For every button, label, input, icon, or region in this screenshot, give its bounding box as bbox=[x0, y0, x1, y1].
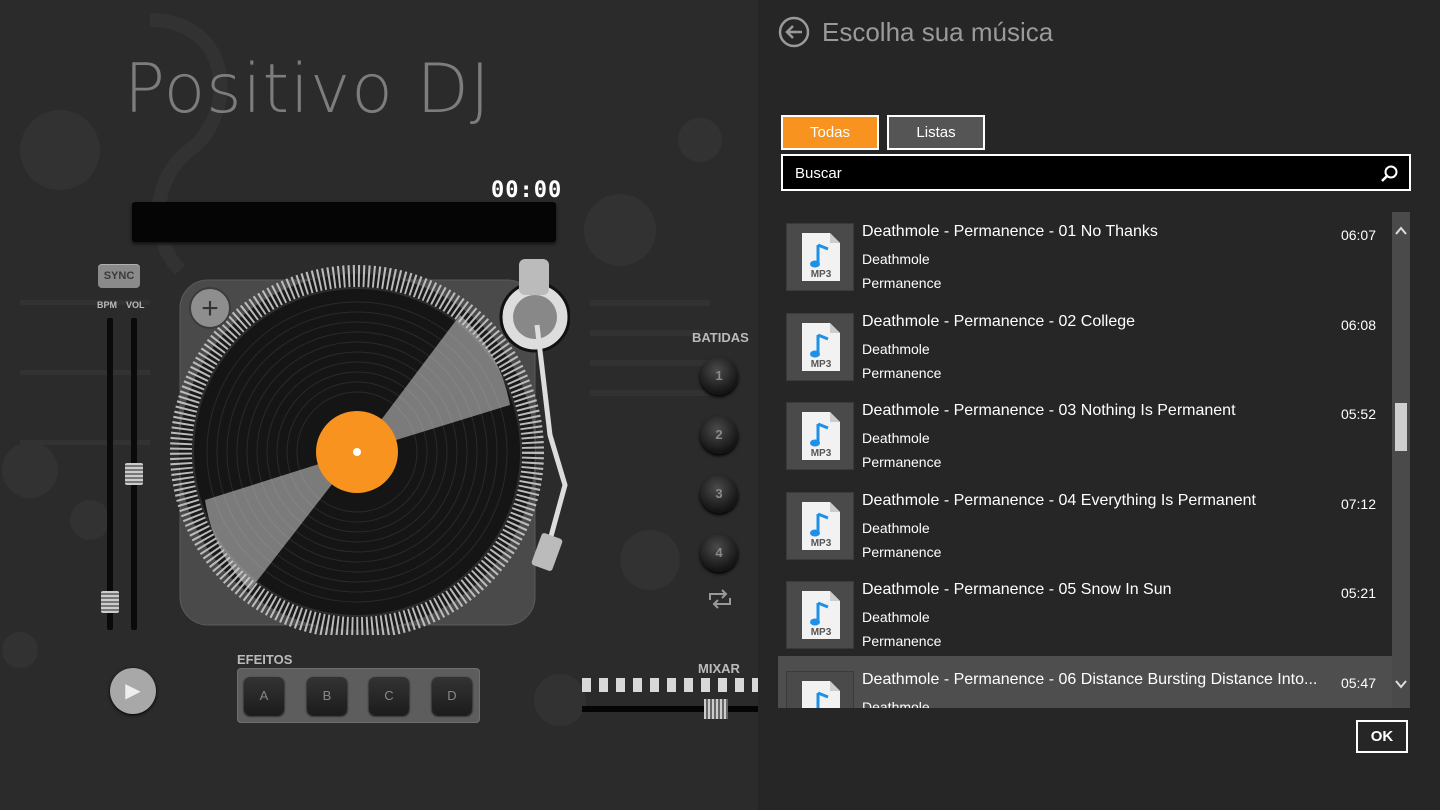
list-item[interactable]: MP3 Deathmole - Permanence - 06 Distance … bbox=[778, 656, 1392, 708]
batidas-label: BATIDAS bbox=[692, 330, 749, 345]
tab-listas[interactable]: Listas bbox=[887, 115, 985, 150]
list-item[interactable]: MP3 Deathmole - Permanence - 04 Everythin… bbox=[778, 477, 1392, 567]
beat-button-3[interactable]: 3 bbox=[700, 475, 738, 513]
sync-button[interactable]: SYNC bbox=[98, 264, 140, 288]
mp3-file-icon: MP3 bbox=[786, 223, 854, 291]
play-icon: ▶ bbox=[125, 680, 141, 702]
song-album: Permanence bbox=[862, 454, 942, 471]
picker-title: Escolha sua música bbox=[822, 17, 1054, 47]
song-duration: 07:12 bbox=[1340, 495, 1376, 512]
plus-icon: + bbox=[201, 292, 219, 325]
song-duration: 05:52 bbox=[1340, 406, 1376, 423]
mix-slider-thumb[interactable] bbox=[703, 699, 728, 719]
play-button[interactable]: ▶ bbox=[110, 668, 156, 714]
svg-text:MP3: MP3 bbox=[811, 359, 832, 370]
ok-button[interactable]: OK bbox=[1356, 720, 1408, 753]
list-item[interactable]: MP3 Deathmole - Permanence - 01 No Thanks… bbox=[778, 212, 1392, 298]
list-item[interactable]: MP3 Deathmole - Permanence - 02 College De… bbox=[778, 298, 1392, 388]
song-duration: 05:21 bbox=[1340, 585, 1376, 602]
song-album: Permanence bbox=[862, 543, 942, 560]
svg-text:MP3: MP3 bbox=[811, 269, 832, 280]
back-arrow-icon[interactable] bbox=[778, 16, 810, 48]
song-title: Deathmole - Permanence - 03 Nothing Is P… bbox=[862, 402, 1236, 420]
tab-todas[interactable]: Todas bbox=[781, 115, 879, 150]
track-display bbox=[132, 202, 556, 242]
song-artist: Deathmole bbox=[862, 430, 930, 447]
mix-scale bbox=[582, 678, 758, 692]
song-title: Deathmole - Permanence - 04 Everything I… bbox=[862, 491, 1256, 509]
chevron-up-icon[interactable] bbox=[1395, 226, 1407, 236]
song-list: MP3 Deathmole - Permanence - 01 No Thanks… bbox=[778, 212, 1392, 708]
app-title: Positivo DJ bbox=[124, 50, 491, 129]
list-item[interactable]: MP3 Deathmole - Permanence - 03 Nothing I… bbox=[778, 387, 1392, 477]
mp3-file-icon: MP3 bbox=[786, 312, 854, 381]
effect-button-c[interactable]: C bbox=[369, 677, 409, 715]
scrollbar[interactable] bbox=[1392, 212, 1410, 708]
list-item[interactable]: MP3 Deathmole - Permanence - 05 Snow In S… bbox=[778, 566, 1392, 656]
chevron-down-icon[interactable] bbox=[1395, 679, 1407, 689]
song-album: Permanence bbox=[862, 364, 942, 381]
mp3-file-icon: MP3 bbox=[786, 671, 854, 708]
search-icon[interactable] bbox=[1381, 165, 1399, 183]
song-title: Deathmole - Permanence - 05 Snow In Sun bbox=[862, 581, 1172, 599]
mp3-file-icon: MP3 bbox=[786, 491, 854, 560]
effects-panel: A B C D bbox=[237, 668, 480, 723]
song-artist: Deathmole bbox=[862, 609, 930, 626]
song-artist: Deathmole bbox=[862, 519, 930, 536]
svg-text:MP3: MP3 bbox=[811, 448, 832, 459]
song-album: Permanence bbox=[862, 633, 942, 650]
search-box bbox=[781, 154, 1411, 191]
scrollbar-thumb[interactable] bbox=[1395, 403, 1407, 451]
efeitos-label: EFEITOS bbox=[237, 652, 293, 667]
dj-deck: Positivo DJ 00:00 SYNC BPM VOL ▶ + BATID… bbox=[0, 0, 758, 810]
vol-slider-thumb[interactable] bbox=[125, 463, 143, 485]
bpm-label: BPM bbox=[97, 300, 117, 310]
loop-icon[interactable] bbox=[706, 588, 734, 610]
effect-button-b[interactable]: B bbox=[307, 677, 347, 715]
song-title: Deathmole - Permanence - 06 Distance Bur… bbox=[862, 671, 1318, 688]
vol-label: VOL bbox=[126, 300, 145, 310]
add-track-button[interactable]: + bbox=[189, 287, 231, 329]
beat-button-4[interactable]: 4 bbox=[700, 534, 738, 572]
song-artist: Deathmole bbox=[862, 340, 930, 357]
song-title: Deathmole - Permanence - 02 College bbox=[862, 312, 1136, 330]
track-timer: 00:00 bbox=[491, 178, 563, 203]
song-duration: 06:08 bbox=[1340, 316, 1376, 333]
song-title: Deathmole - Permanence - 01 No Thanks bbox=[862, 223, 1158, 240]
effect-button-a[interactable]: A bbox=[244, 677, 284, 715]
bpm-slider-track[interactable] bbox=[107, 318, 113, 630]
mixar-label: MIXAR bbox=[698, 661, 740, 676]
effect-button-d[interactable]: D bbox=[432, 677, 472, 715]
svg-text:MP3: MP3 bbox=[811, 538, 832, 549]
beat-button-2[interactable]: 2 bbox=[700, 416, 738, 454]
bpm-slider-thumb[interactable] bbox=[101, 590, 119, 613]
song-artist: Deathmole bbox=[862, 251, 930, 267]
song-duration: 05:47 bbox=[1340, 675, 1376, 691]
song-duration: 06:07 bbox=[1340, 227, 1376, 243]
song-artist: Deathmole bbox=[862, 699, 930, 708]
search-input[interactable] bbox=[793, 156, 1367, 191]
beat-button-1[interactable]: 1 bbox=[700, 357, 738, 395]
mp3-file-icon: MP3 bbox=[786, 581, 854, 650]
song-album: Permanence bbox=[862, 275, 942, 291]
mix-slider-track[interactable] bbox=[582, 706, 758, 712]
mp3-file-icon: MP3 bbox=[786, 402, 854, 471]
svg-text:MP3: MP3 bbox=[811, 627, 832, 638]
